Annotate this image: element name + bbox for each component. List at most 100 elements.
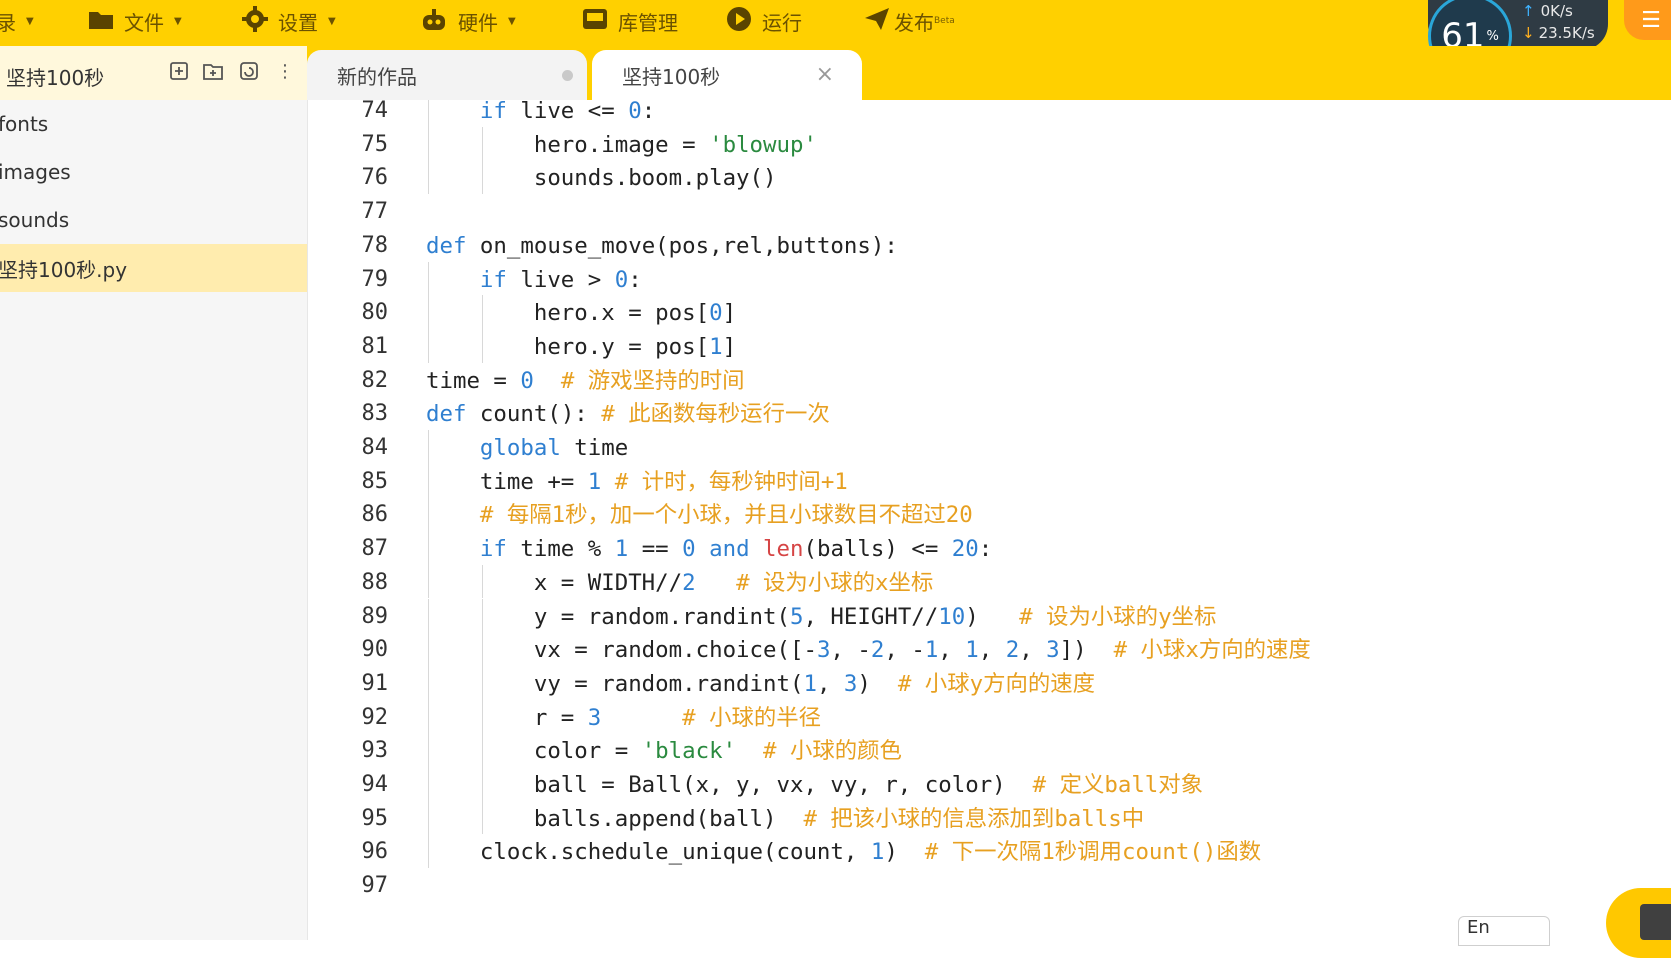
code-line[interactable]: def on_mouse_move(pos,rel,buttons): bbox=[426, 228, 898, 264]
code-line[interactable]: time = 0 # 游戏坚持的时间 bbox=[426, 363, 745, 399]
code-line[interactable]: ball = Ball(x, y, vx, vy, r, color) # 定义… bbox=[426, 767, 1203, 803]
indent-guide bbox=[428, 699, 429, 734]
tree-item-label: sounds bbox=[0, 208, 70, 232]
menu-library[interactable]: 库管理 bbox=[582, 6, 678, 36]
tree-item-label: fonts bbox=[0, 112, 49, 136]
line-number: 83 bbox=[361, 401, 389, 427]
new-folder-icon[interactable] bbox=[202, 60, 224, 82]
menu-settings-label: 设置 bbox=[278, 10, 318, 35]
line-number: 80 bbox=[361, 300, 389, 326]
menu-file-label: 文件 bbox=[124, 10, 164, 35]
menu-catalog[interactable]: 录 ▼ bbox=[0, 6, 34, 36]
more-options-icon[interactable]: ⋮ bbox=[274, 60, 296, 82]
line-number: 76 bbox=[361, 165, 389, 191]
line-number: 91 bbox=[361, 670, 389, 696]
floating-button-icon bbox=[1640, 904, 1671, 940]
indent-guide bbox=[482, 328, 483, 363]
tree-item-label: images bbox=[0, 160, 71, 184]
indent-guide bbox=[482, 800, 483, 835]
line-number: 96 bbox=[361, 839, 389, 865]
tab-label: 新的作品 bbox=[337, 64, 417, 89]
menu-file[interactable]: 文件 ▼ bbox=[88, 6, 182, 36]
indent-guide bbox=[428, 430, 429, 464]
menu-run-label: 运行 bbox=[762, 10, 802, 35]
indent-guide bbox=[428, 733, 429, 767]
code-line[interactable]: # 每隔1秒，加一个小球，并且小球数目不超过20 bbox=[426, 497, 973, 533]
code-line[interactable]: color = 'black' # 小球的颜色 bbox=[426, 733, 902, 769]
menu-publish[interactable]: 发布 Beta bbox=[864, 6, 955, 36]
unsaved-dot-icon bbox=[562, 70, 573, 81]
tab-active-file[interactable]: 坚持100秒 × bbox=[592, 50, 862, 100]
menu-settings[interactable]: 设置 ▼ bbox=[242, 5, 336, 36]
line-number: 75 bbox=[361, 131, 389, 157]
line-number: 82 bbox=[361, 367, 389, 393]
arrow-up-icon: ↑ bbox=[1522, 2, 1535, 20]
line-number-gutter: 74 75 76 77 78 79 80 81 82 83 84 85 86 87 88 89 90 91 92 93… bbox=[308, 100, 389, 940]
line-number: 93 bbox=[361, 738, 389, 764]
tree-item-images[interactable]: images bbox=[0, 148, 307, 196]
library-icon bbox=[582, 8, 608, 35]
code-line[interactable]: hero.y = pos[1] bbox=[426, 329, 736, 365]
code-line[interactable]: x = WIDTH//2 # 设为小球的x坐标 bbox=[426, 565, 933, 601]
indent-guide bbox=[428, 295, 429, 329]
project-title: 坚持100秒 bbox=[6, 66, 105, 90]
line-number: 85 bbox=[361, 468, 389, 494]
code-line[interactable]: vx = random.choice([-3, -2, -1, 1, 2, 3]… bbox=[426, 632, 1311, 668]
code-editor[interactable]: 74 75 76 77 78 79 80 81 82 83 84 85 86 87 88 89 90 91 92 93… bbox=[308, 100, 1671, 940]
arrow-down-icon: ↓ bbox=[1522, 24, 1535, 42]
indent-guide bbox=[428, 665, 429, 700]
upload-speed: ↑ 0K/s bbox=[1522, 2, 1573, 20]
menu-library-label: 库管理 bbox=[618, 10, 678, 35]
tab-new-work[interactable]: 新的作品 bbox=[307, 50, 587, 100]
indent-guide bbox=[482, 767, 483, 801]
tree-item-main-py[interactable]: 坚持100秒.py bbox=[0, 244, 307, 292]
line-number: 84 bbox=[361, 435, 389, 460]
ime-label: En bbox=[1467, 917, 1490, 938]
indent-guide bbox=[428, 126, 429, 161]
indent-guide bbox=[482, 564, 483, 599]
close-icon[interactable]: × bbox=[816, 62, 834, 87]
cpu-unit: % bbox=[1486, 28, 1499, 44]
indent-guide bbox=[428, 767, 429, 801]
chevron-down-icon: ▼ bbox=[26, 15, 34, 27]
robot-icon bbox=[420, 7, 448, 36]
code-line[interactable]: time += 1 # 计时，每秒钟时间+1 bbox=[426, 464, 848, 500]
code-line[interactable]: sounds.boom.play() bbox=[426, 160, 777, 196]
download-speed: ↓ 23.5K/s bbox=[1522, 24, 1595, 42]
tab-label: 坚持100秒 bbox=[622, 64, 721, 89]
line-number: 97 bbox=[361, 873, 389, 899]
menu-hardware[interactable]: 硬件 ▼ bbox=[420, 6, 516, 36]
menu-run[interactable]: 运行 bbox=[726, 6, 802, 36]
indent-guide bbox=[428, 100, 429, 127]
code-line[interactable]: clock.schedule_unique(count, 1) # 下一次隔1秒… bbox=[426, 834, 1261, 870]
code-line[interactable]: if live > 0: bbox=[426, 262, 642, 298]
code-line[interactable]: r = 3 # 小球的半径 bbox=[426, 700, 821, 736]
indent-guide bbox=[482, 160, 483, 195]
sidebar-header: 坚持100秒 ⋮ bbox=[0, 46, 307, 101]
line-number: 78 bbox=[361, 232, 389, 258]
indent-guide bbox=[482, 295, 483, 329]
code-line[interactable]: global time bbox=[426, 430, 628, 466]
code-area[interactable]: if live <= 0: hero.image = 'blowup' soun… bbox=[426, 100, 1666, 940]
indent-guide bbox=[428, 261, 429, 296]
code-line[interactable]: balls.append(ball) # 把该小球的信息添加到balls中 bbox=[426, 801, 1144, 837]
code-line[interactable]: def count(): # 此函数每秒运行一次 bbox=[426, 396, 830, 432]
tree-item-label: 坚持100秒.py bbox=[0, 257, 128, 282]
indent-guide bbox=[482, 598, 483, 633]
indent-guide bbox=[428, 800, 429, 835]
code-line[interactable]: if live <= 0: bbox=[426, 100, 655, 129]
ime-indicator[interactable]: En bbox=[1458, 916, 1550, 946]
chevron-down-icon: ▼ bbox=[328, 15, 336, 27]
line-number: 95 bbox=[361, 805, 389, 831]
code-line[interactable]: vy = random.randint(1, 3) # 小球y方向的速度 bbox=[426, 666, 1095, 702]
new-file-icon[interactable] bbox=[168, 60, 190, 82]
tree-item-sounds[interactable]: sounds bbox=[0, 196, 307, 244]
code-line[interactable]: if time % 1 == 0 and len(balls) <= 20: bbox=[426, 531, 992, 567]
code-line[interactable]: hero.x = pos[0] bbox=[426, 295, 736, 331]
indent-guide bbox=[482, 665, 483, 700]
refresh-icon[interactable] bbox=[238, 60, 260, 82]
code-line[interactable]: y = random.randint(5, HEIGHT//10) # 设为小球… bbox=[426, 599, 1217, 635]
tree-item-fonts[interactable]: fonts bbox=[0, 100, 307, 148]
account-menu-button[interactable]: ☰ bbox=[1624, 0, 1671, 40]
code-line[interactable]: hero.image = 'blowup' bbox=[426, 127, 817, 163]
